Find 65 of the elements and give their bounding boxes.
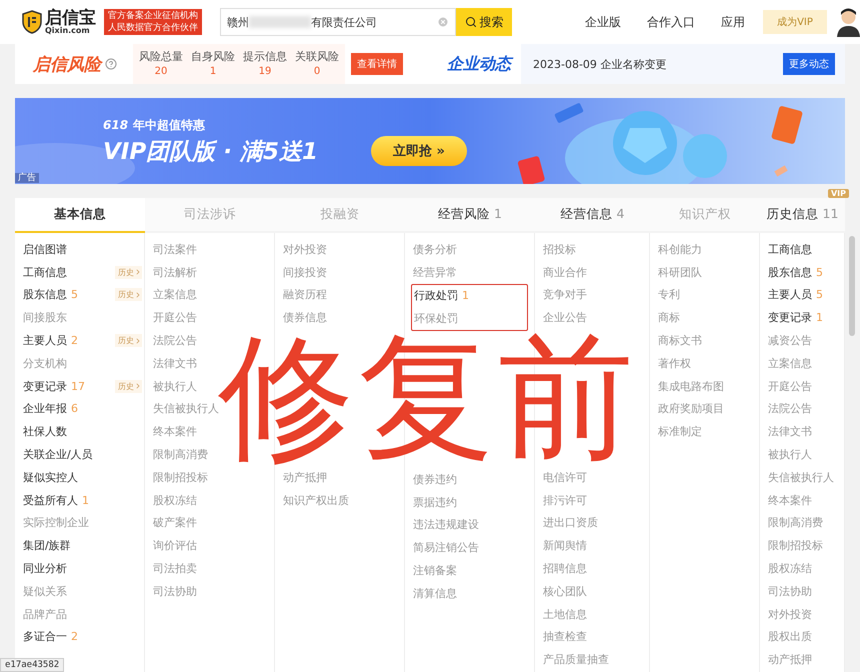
ad-banner[interactable]: 618 年中超值特惠 VIP团队版 · 满5送1 立即抢 » 广告 bbox=[15, 98, 845, 184]
scrollbar[interactable] bbox=[849, 236, 855, 336]
annotation-text: 修复前 bbox=[218, 330, 638, 466]
clear-icon[interactable] bbox=[437, 16, 449, 28]
search-field[interactable]: 赣州 有限责任公司 bbox=[220, 8, 456, 36]
nav-link[interactable]: 企业版 bbox=[585, 14, 621, 30]
chevron-icon bbox=[134, 382, 142, 390]
stat-value: 1 bbox=[210, 65, 216, 79]
menu-item[interactable]: 多证合一 2 bbox=[23, 629, 78, 644]
tab[interactable]: 经营信息 4 bbox=[535, 198, 650, 233]
stat-label: 自身风险 bbox=[191, 49, 235, 64]
menu-item[interactable]: 工商信息 bbox=[23, 264, 67, 280]
menu-item[interactable]: 股东信息 5 bbox=[768, 264, 823, 280]
menu-item[interactable]: 启信图谱 bbox=[23, 242, 67, 257]
avatar[interactable] bbox=[837, 7, 860, 37]
menu-item[interactable]: 企业年报 6 bbox=[23, 401, 78, 416]
chevron-icon bbox=[134, 336, 142, 345]
nav-link[interactable]: 应用 bbox=[721, 14, 745, 30]
nav-link[interactable]: 合作入口 bbox=[647, 14, 695, 30]
chevron-icon bbox=[134, 268, 142, 276]
logo-name: 启信宝 bbox=[45, 10, 96, 26]
help-icon[interactable] bbox=[105, 58, 117, 70]
history-tag[interactable]: 历史 bbox=[115, 380, 142, 393]
stat-label: 提示信息 bbox=[243, 49, 287, 64]
news-text: 2023-08-09 企业名称变更 bbox=[533, 56, 666, 72]
menu-item[interactable]: 主要人员 5 bbox=[768, 287, 823, 302]
search-icon bbox=[464, 16, 476, 28]
stat-label: 风险总量 bbox=[139, 49, 183, 64]
stat-value: 0 bbox=[314, 65, 320, 79]
vip-button[interactable]: 成为VIP bbox=[763, 10, 827, 34]
stat-label: 关联风险 bbox=[295, 49, 339, 64]
menu-item[interactable]: 同业分析 bbox=[23, 561, 67, 576]
menu-item[interactable]: 变更记录 1 bbox=[768, 310, 823, 326]
menu-item[interactable]: 疑似实控人 bbox=[23, 470, 78, 485]
menu-item[interactable]: 集团/族群 bbox=[23, 538, 71, 554]
promo-headline: VIP团队版 · 满5送1 bbox=[103, 139, 318, 165]
stat-value: 20 bbox=[154, 65, 168, 79]
grab-now-button[interactable]: 立即抢 » bbox=[371, 136, 467, 166]
promo-618-label: 618 bbox=[103, 118, 128, 132]
menu-item[interactable]: 工商信息 bbox=[768, 242, 812, 257]
promo-subtitle: 年中超值特惠 bbox=[133, 118, 206, 132]
news-logo: 企业动态 bbox=[447, 54, 511, 74]
shield-logo-icon bbox=[22, 10, 42, 34]
tagline-banner: 官方备案企业征信机构 人民数据官方合作伙伴 bbox=[104, 9, 202, 35]
chevron-icon bbox=[134, 290, 142, 299]
menu-item[interactable]: 关联企业/人员 bbox=[23, 447, 93, 462]
history-tag[interactable]: 历史 bbox=[115, 288, 142, 302]
stat-value: 19 bbox=[258, 65, 272, 79]
menu-item[interactable]: 变更记录 17 bbox=[23, 378, 85, 394]
history-tag[interactable]: 历史 bbox=[115, 266, 142, 279]
ad-label: 广告 bbox=[15, 173, 39, 183]
menu-item[interactable]: 社保人数 bbox=[23, 424, 67, 440]
details-button[interactable]: 查看详情 bbox=[351, 53, 403, 75]
menu-item[interactable]: 受益所有人 1 bbox=[23, 492, 89, 508]
logo-domain: Qixin.com bbox=[45, 26, 91, 34]
status-url: e17ae43582 bbox=[0, 658, 64, 672]
menu-item[interactable]: 主要人员 2 bbox=[23, 333, 78, 348]
search-button[interactable]: 搜索 bbox=[456, 8, 512, 36]
more-news-button[interactable]: 更多动态 bbox=[783, 53, 835, 75]
tab[interactable]: 历史信息 11 bbox=[760, 198, 845, 233]
tab[interactable]: 经营风险 1 bbox=[405, 198, 535, 233]
vip-tag: VIP bbox=[828, 189, 849, 198]
risk-logo: 启信风险 bbox=[33, 54, 101, 76]
menu-item[interactable]: 股东信息 5 bbox=[23, 287, 78, 302]
history-tag[interactable]: 历史 bbox=[115, 334, 142, 348]
